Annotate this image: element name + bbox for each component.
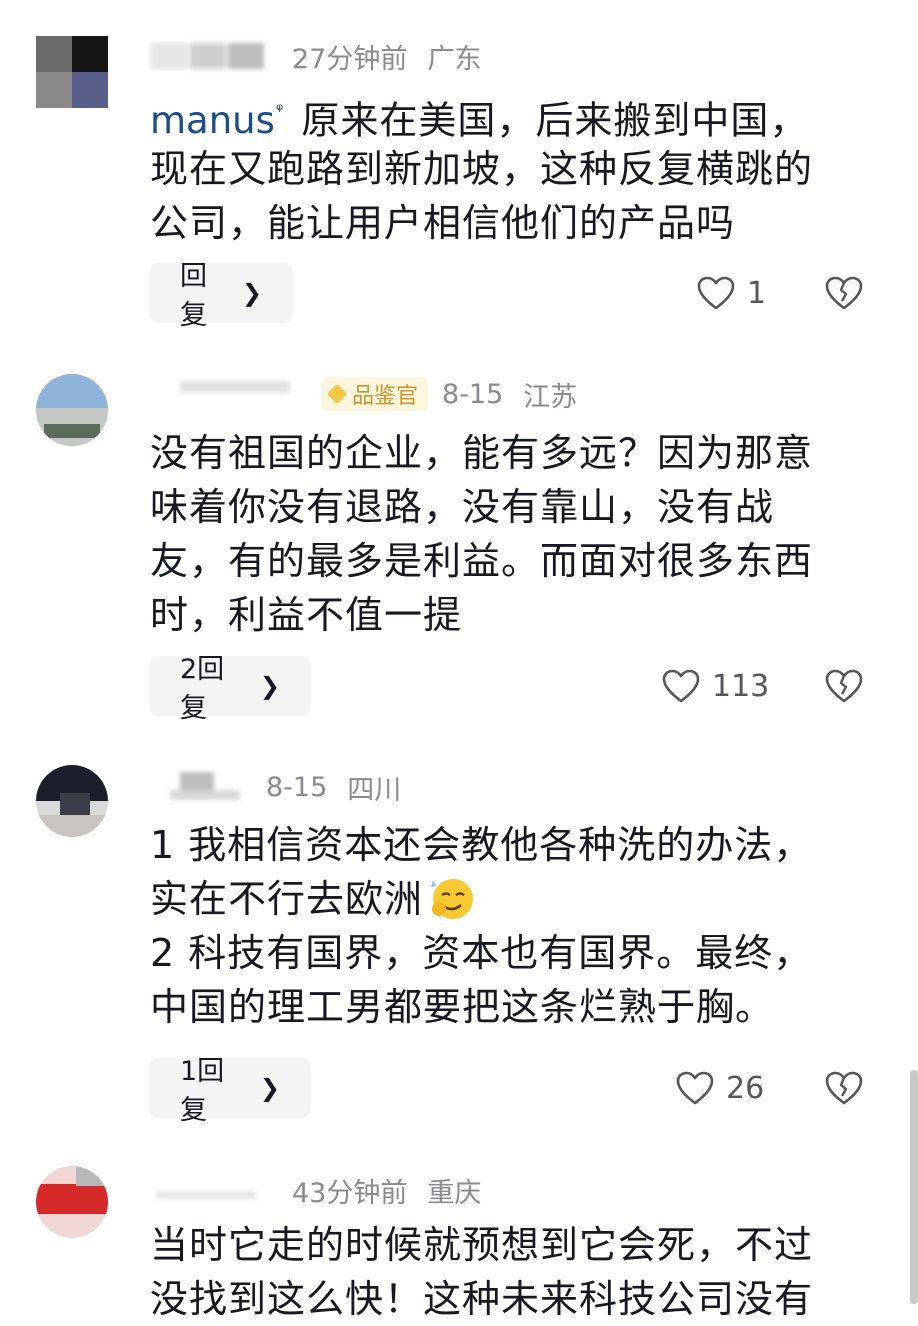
broken-heart-icon bbox=[825, 276, 863, 310]
avatar[interactable] bbox=[36, 36, 108, 108]
like-button[interactable]: 113 bbox=[662, 656, 769, 716]
like-button[interactable]: 1 bbox=[697, 263, 766, 323]
comment-text: 没有祖国的企业，能有多远？因为那意 味着你没有退路，没有靠山，没有战 友，有的最… bbox=[150, 431, 814, 637]
scrollbar[interactable] bbox=[910, 1070, 918, 1304]
badge-icon bbox=[326, 383, 348, 405]
comment-time: 27分钟前 bbox=[292, 43, 408, 75]
comment-time: 8-15 bbox=[266, 771, 328, 803]
comment-meta: 8-15 四川 bbox=[150, 767, 401, 807]
like-count: 113 bbox=[712, 668, 770, 704]
chevron-right-icon: ❯ bbox=[259, 672, 280, 700]
reply-button[interactable]: 1回复 ❯ bbox=[150, 1056, 310, 1126]
comment-location: 四川 bbox=[347, 774, 402, 806]
comment-meta: 品鉴官 8-15 江苏 bbox=[150, 374, 577, 414]
heart-outline-icon bbox=[697, 276, 735, 310]
reply-button[interactable]: 2回复 ❯ bbox=[150, 654, 310, 724]
comment-meta: 27分钟前 广东 bbox=[150, 36, 481, 76]
comment-meta: 43分钟前 重庆 bbox=[150, 1170, 481, 1210]
username[interactable] bbox=[150, 41, 270, 71]
role-badge: 品鉴官 bbox=[322, 377, 429, 411]
comment-location: 广东 bbox=[427, 43, 482, 75]
like-button[interactable]: 26 bbox=[676, 1058, 764, 1118]
smirk-emoji-icon bbox=[431, 878, 474, 919]
comment-text: 1 我相信资本还会教他各种洗的办法， 实在不行去欧洲 2 科技有国界，资本也有国… bbox=[150, 823, 813, 1029]
comment-location: 重庆 bbox=[427, 1177, 482, 1209]
broken-heart-icon bbox=[825, 669, 863, 703]
manus-logo: manusᵠ bbox=[150, 99, 284, 143]
chevron-right-icon: ❯ bbox=[241, 279, 262, 307]
username[interactable] bbox=[150, 772, 244, 802]
dislike-button[interactable] bbox=[822, 263, 866, 323]
chevron-right-icon: ❯ bbox=[259, 1074, 280, 1102]
reply-button[interactable]: 回复 ❯ bbox=[150, 261, 292, 331]
avatar[interactable] bbox=[36, 1166, 108, 1238]
username[interactable] bbox=[150, 379, 300, 409]
avatar[interactable] bbox=[36, 374, 108, 446]
comment-text: 当时它走的时候就预想到它会死，不过 没找到这么快！这种未来科技公司没有 bbox=[150, 1223, 814, 1321]
heart-outline-icon bbox=[676, 1071, 714, 1105]
comment-location: 江苏 bbox=[523, 381, 578, 413]
like-count: 26 bbox=[726, 1070, 765, 1106]
broken-heart-icon bbox=[825, 1071, 863, 1105]
dislike-button[interactable] bbox=[822, 1058, 866, 1118]
comment-text: manusᵠ 原来在美国，后来搬到中国， 现在又跑路到新加坡，这种反复横跳的 公司… bbox=[150, 98, 814, 245]
dislike-button[interactable] bbox=[822, 656, 866, 716]
like-count: 1 bbox=[747, 275, 767, 311]
heart-outline-icon bbox=[662, 669, 700, 703]
username[interactable] bbox=[150, 1175, 270, 1205]
comment-time: 8-15 bbox=[442, 378, 504, 410]
avatar[interactable] bbox=[36, 765, 108, 837]
comment-time: 43分钟前 bbox=[292, 1177, 408, 1209]
